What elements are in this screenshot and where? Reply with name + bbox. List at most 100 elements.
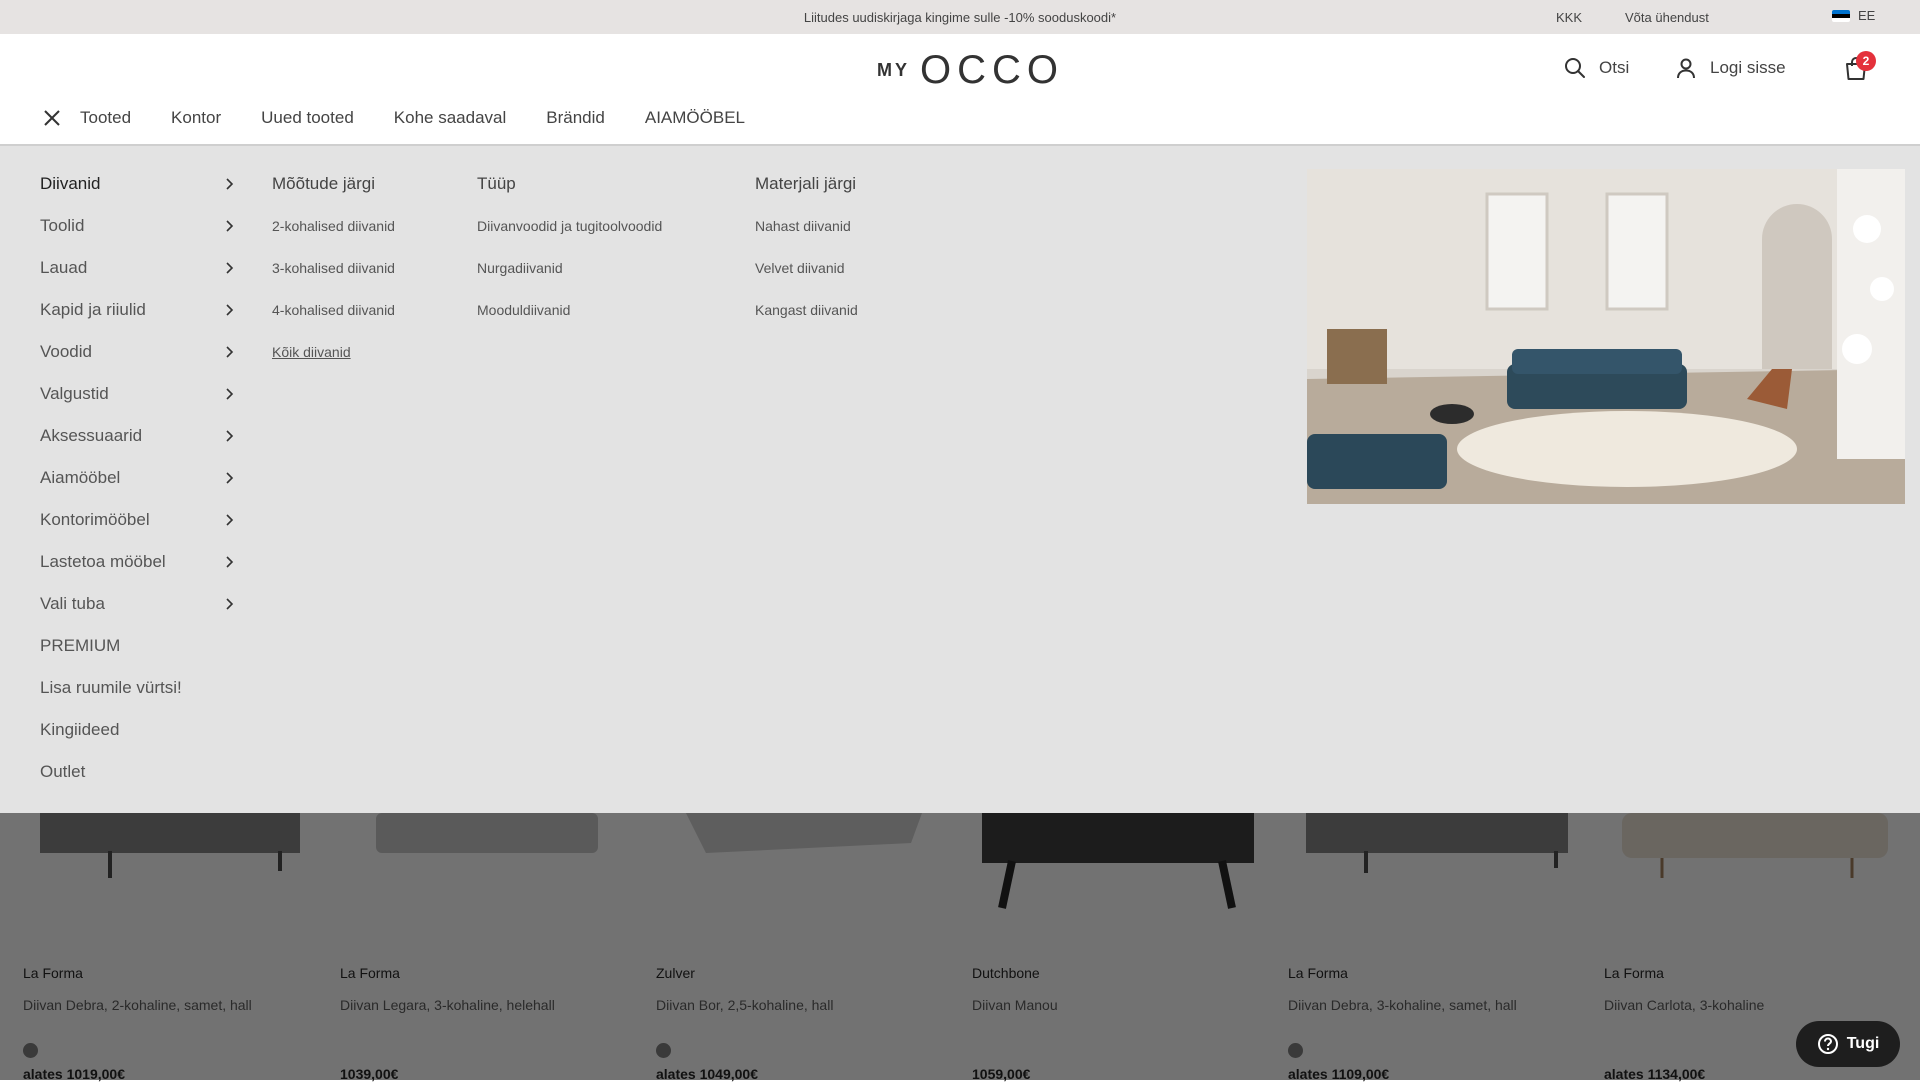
chevron-right-icon [226, 430, 234, 442]
menu-category-label: Kontorimööbel [40, 510, 150, 529]
search-icon [1565, 58, 1585, 78]
search-label: Otsi [1599, 58, 1630, 77]
close-icon[interactable] [40, 106, 64, 130]
product-brand: Zulver [656, 965, 695, 981]
menu-category-label: Kapid ja riiulid [40, 300, 146, 319]
submenu-link[interactable]: Velvet diivanid [755, 260, 845, 276]
site-logo[interactable]: MY OCCO [877, 48, 1064, 93]
support-button[interactable]: Tugi [1796, 1021, 1900, 1067]
product-image[interactable] [1622, 813, 1888, 923]
menu-category-label: Toolid [40, 216, 85, 235]
menu-category-premium[interactable]: PREMIUM [40, 636, 235, 656]
menu-category-aiamoobel[interactable]: Aiamööbel [40, 468, 235, 488]
color-swatch[interactable] [656, 1043, 671, 1058]
menu-category-label: Outlet [40, 762, 86, 781]
nav-item-uued-tooted[interactable]: Uued tooted [261, 108, 354, 128]
chevron-right-icon [226, 598, 234, 610]
nav-item-aiamoobel[interactable]: AIAMÖÖBEL [645, 108, 745, 128]
submenu-link[interactable]: Kangast diivanid [755, 302, 858, 318]
submenu-heading-type: Tüüp [477, 174, 516, 193]
product-name[interactable]: Diivan Legara, 3-kohaline, helehall [340, 997, 555, 1013]
product-name[interactable]: Diivan Debra, 2-kohaline, samet, hall [23, 997, 252, 1013]
help-icon [1817, 1034, 1838, 1054]
product-brand: La Forma [23, 965, 83, 981]
submenu-link[interactable]: Mooduldiivanid [477, 302, 570, 318]
chevron-right-icon [226, 346, 234, 358]
promo-bar: Liitudes uudiskirjaga kingime sulle -10%… [0, 0, 1920, 34]
menu-category-vali-tuba[interactable]: Vali tuba [40, 594, 235, 614]
menu-category-diivanid[interactable]: Diivanid [40, 174, 235, 194]
logo-occo: OCCO [920, 48, 1064, 92]
product-brand: La Forma [340, 965, 400, 981]
chevron-right-icon [226, 556, 234, 568]
login-label: Logi sisse [1710, 58, 1786, 77]
menu-category-aksessuaarid[interactable]: Aksessuaarid [40, 426, 235, 446]
menu-category-lauad[interactable]: Lauad [40, 258, 235, 278]
menu-category-lastetoa-moobel[interactable]: Lastetoa mööbel [40, 552, 235, 572]
language-code: EE [1858, 8, 1876, 23]
product-name[interactable]: Diivan Manou [972, 997, 1058, 1013]
chevron-right-icon [226, 304, 234, 316]
submenu-link[interactable]: Nurgadiivanid [477, 260, 563, 276]
product-image[interactable] [40, 813, 300, 923]
product-image[interactable] [686, 813, 922, 923]
estonia-flag-icon [1832, 9, 1850, 22]
submenu-heading-material: Materjali järgi [755, 174, 857, 193]
chevron-right-icon [226, 220, 234, 232]
cart-count-badge: 2 [1856, 51, 1876, 71]
contact-link[interactable]: Võta ühendust [1625, 10, 1709, 25]
submenu-link[interactable]: Nahast diivanid [755, 218, 851, 234]
product-brand: Dutchbone [972, 965, 1040, 981]
faq-link[interactable]: KKK [1556, 10, 1582, 25]
product-brand: La Forma [1604, 965, 1664, 981]
menu-category-voodid[interactable]: Voodid [40, 342, 235, 362]
chevron-right-icon [226, 472, 234, 484]
menu-category-outlet[interactable]: Outlet [40, 762, 235, 782]
main-nav: Tooted Kontor Uued tooted Kohe saadaval … [40, 106, 785, 130]
menu-category-label: Voodid [40, 342, 92, 361]
chevron-right-icon [226, 388, 234, 400]
menu-category-lisa-ruumile-vurtsi[interactable]: Lisa ruumile vürtsi! [40, 678, 235, 698]
menu-category-kingiideed[interactable]: Kingiideed [40, 720, 235, 740]
product-image[interactable] [376, 813, 598, 923]
color-swatch[interactable] [23, 1043, 38, 1058]
search-button[interactable]: Otsi [1563, 56, 1629, 80]
menu-category-valgustid[interactable]: Valgustid [40, 384, 235, 404]
menu-category-label: Vali tuba [40, 594, 105, 613]
product-image[interactable] [1306, 813, 1568, 923]
submenu-link[interactable]: Diivanvoodid ja tugitoolvoodid [477, 218, 662, 234]
product-name[interactable]: Diivan Debra, 3-kohaline, samet, hall [1288, 997, 1517, 1013]
all-sofas-link[interactable]: Kõik diivanid [272, 344, 351, 360]
nav-item-tooted[interactable]: Tooted [80, 108, 131, 128]
promo-room-image[interactable] [1307, 169, 1905, 504]
menu-category-kapid-ja-riiulid[interactable]: Kapid ja riiulid [40, 300, 235, 320]
submenu-heading-size: Mõõtude järgi [272, 174, 376, 193]
menu-category-label: Lastetoa mööbel [40, 552, 166, 571]
menu-category-label: Valgustid [40, 384, 109, 403]
support-label: Tugi [1846, 1035, 1880, 1052]
menu-category-label: PREMIUM [40, 636, 121, 655]
menu-category-label: Diivanid [40, 174, 101, 193]
color-swatch[interactable] [1288, 1043, 1303, 1058]
language-selector[interactable]: EE [1832, 8, 1875, 23]
product-grid: La Forma Diivan Debra, 2-kohaline, samet… [0, 813, 1920, 1082]
product-brand: La Forma [1288, 965, 1348, 981]
submenu-link[interactable]: 4-kohalised diivanid [272, 302, 395, 318]
menu-category-label: Lisa ruumile vürtsi! [40, 678, 182, 697]
menu-category-label: Lauad [40, 258, 88, 277]
nav-item-brandid[interactable]: Brändid [546, 108, 605, 128]
logo-my: MY [877, 60, 910, 80]
product-name[interactable]: Diivan Carlota, 3-kohaline [1604, 997, 1764, 1013]
product-image[interactable] [982, 813, 1254, 923]
chevron-right-icon [226, 262, 234, 274]
submenu-link[interactable]: 2-kohalised diivanid [272, 218, 395, 234]
product-name[interactable]: Diivan Bor, 2,5-kohaline, hall [656, 997, 833, 1013]
nav-item-kohe-saadaval[interactable]: Kohe saadaval [394, 108, 506, 128]
menu-category-label: Aksessuaarid [40, 426, 143, 445]
menu-category-toolid[interactable]: Toolid [40, 216, 235, 236]
login-button[interactable]: Logi sisse [1674, 56, 1786, 80]
submenu-link[interactable]: 3-kohalised diivanid [272, 260, 395, 276]
nav-item-kontor[interactable]: Kontor [171, 108, 221, 128]
user-icon [1677, 58, 1695, 79]
menu-category-kontorimoobel[interactable]: Kontorimööbel [40, 510, 235, 530]
